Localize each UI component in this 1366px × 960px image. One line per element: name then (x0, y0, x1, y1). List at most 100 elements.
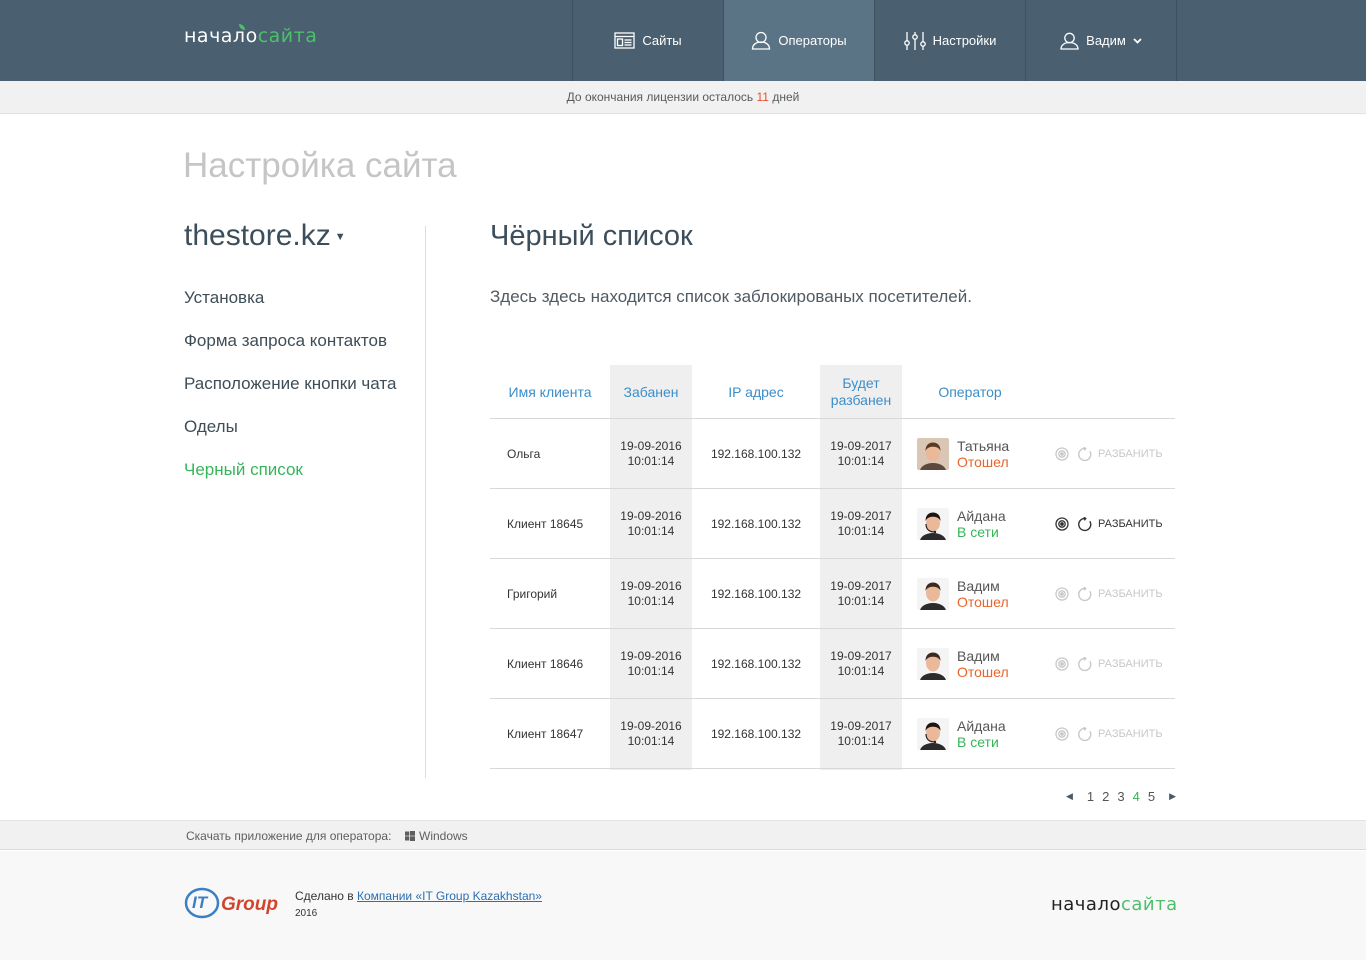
logo-text-b: сайта (257, 25, 318, 47)
client-name: Ольга (507, 446, 541, 461)
site-selector-label: thestore.kz (184, 219, 331, 252)
operator-status: Отошел (957, 594, 1009, 610)
table-header: Имя клиента Забанен IP адрес Будет разбан… (490, 365, 1175, 419)
unban-label: РАЗБАНИТЬ (1098, 727, 1163, 740)
row-actions: РАЗБАНИТЬ (1055, 699, 1175, 769)
itgroup-logo[interactable]: IT Group (184, 885, 280, 924)
avatar (917, 508, 949, 540)
nav-user-menu[interactable]: Вадим (1026, 0, 1177, 81)
footer-logo-text-b: сайта (1120, 894, 1178, 915)
table-row: Ольга 19-09-2016 10:01:14 192.168.100.132 19… (490, 419, 1175, 489)
th-banned[interactable]: Забанен (610, 365, 692, 419)
nav-operators-label: Операторы (778, 33, 847, 48)
unban-date: 19-09-2017 (830, 719, 892, 733)
windows-icon (405, 831, 415, 841)
page-link-2[interactable]: 2 (1102, 789, 1109, 804)
made-by: Сделано в Компании «IT Group Kazakhstan» (295, 889, 542, 903)
unban-button[interactable]: РАЗБАНИТЬ (1078, 726, 1163, 742)
view-icon[interactable] (1055, 657, 1069, 671)
ip-address: 192.168.100.132 (710, 726, 802, 741)
operator-name: Айдана (957, 508, 1006, 524)
refresh-icon (1078, 586, 1092, 601)
operator-status: В сети (957, 734, 999, 750)
sidenav-item-chat-button-position[interactable]: Расположение кнопки чата (184, 373, 396, 416)
avatar (917, 648, 949, 680)
page-link-3[interactable]: 3 (1117, 789, 1124, 804)
license-banner: До окончания лицензии осталось 11 дней (0, 81, 1366, 114)
sites-icon (614, 32, 635, 49)
banned-date: 19-09-2016 (620, 439, 682, 453)
footer-year: 2016 (295, 908, 318, 919)
unban-label: РАЗБАНИТЬ (1098, 447, 1163, 460)
nav-sites[interactable]: Сайты (573, 0, 724, 81)
logo-text-a: начало (184, 25, 258, 47)
itgroup-it-text: IT (192, 893, 209, 912)
ip-address: 192.168.100.132 (710, 516, 802, 531)
unban-time: 10:01:14 (837, 734, 885, 748)
sidenav-item-blacklist[interactable]: Черный список (184, 459, 396, 502)
user-icon (1060, 32, 1079, 50)
main-nav: Сайты Операторы Настройки Вадим (572, 0, 1177, 81)
page-link-1[interactable]: 1 (1087, 789, 1094, 804)
caret-down-icon: ▼ (334, 231, 346, 244)
refresh-icon (1078, 516, 1092, 531)
download-label: Скачать приложение для оператора: (186, 829, 392, 843)
view-icon[interactable] (1055, 587, 1069, 601)
unban-label: РАЗБАНИТЬ (1098, 587, 1163, 600)
th-operator[interactable]: Оператор (902, 365, 1038, 419)
content-title: Чёрный список (490, 220, 693, 252)
site-selector[interactable]: thestore.kz ▼ (184, 219, 346, 253)
nav-user-label: Вадим (1086, 33, 1126, 48)
unban-button[interactable]: РАЗБАНИТЬ (1078, 586, 1163, 602)
table-row: Григорий 19-09-2016 10:01:14 192.168.100.13… (490, 559, 1175, 629)
nav-settings[interactable]: Настройки (875, 0, 1026, 81)
page-link-5[interactable]: 5 (1148, 789, 1155, 804)
unban-at: 19-09-2017 10:01:14 (820, 699, 902, 769)
banned-at: 19-09-2016 10:01:14 (610, 489, 692, 559)
th-ip[interactable]: IP адрес (692, 365, 820, 419)
th-client[interactable]: Имя клиента (490, 365, 610, 419)
next-page-icon[interactable]: ▶ (1169, 791, 1176, 802)
content-description: Здесь здесь находится список заблокирова… (490, 287, 972, 306)
operator-cell: Вадим Отошел (917, 559, 1047, 629)
unban-time: 10:01:14 (837, 524, 885, 538)
table-row: Клиент 18645 19-09-2016 10:01:14 192.168.10… (490, 489, 1175, 559)
unban-at: 19-09-2017 10:01:14 (820, 559, 902, 629)
windows-label: Windows (419, 829, 468, 843)
ip-address: 192.168.100.132 (710, 586, 802, 601)
view-icon[interactable] (1055, 727, 1069, 741)
blacklist-table: Имя клиента Забанен IP адрес Будет разбан… (490, 365, 1175, 770)
windows-download-link[interactable]: Windows (405, 821, 468, 851)
sidenav-item-departments[interactable]: Оделы (184, 416, 396, 459)
unban-button[interactable]: РАЗБАНИТЬ (1078, 446, 1163, 462)
unban-at: 19-09-2017 10:01:14 (820, 489, 902, 559)
license-days: 11 (756, 90, 769, 104)
client-name: Клиент 18645 (507, 516, 584, 531)
nav-operators[interactable]: Операторы (724, 0, 875, 81)
sidenav-item-install[interactable]: Установка (184, 287, 396, 330)
settings-sidenav: Установка Форма запроса контактов Распол… (184, 287, 396, 502)
made-by-prefix: Сделано в (295, 889, 354, 903)
footer-logo[interactable]: началосайта (1051, 894, 1178, 915)
operator-name: Вадим (957, 648, 1000, 664)
unban-button[interactable]: РАЗБАНИТЬ (1078, 516, 1163, 532)
sidenav-item-contact-form[interactable]: Форма запроса контактов (184, 330, 396, 373)
company-link[interactable]: Компании «IT Group Kazakhstan» (357, 889, 542, 903)
chevron-down-icon (1133, 37, 1142, 44)
view-icon[interactable] (1055, 447, 1069, 461)
operator-name: Татьяна (957, 438, 1010, 454)
th-unban[interactable]: Будет разбанен (820, 365, 902, 419)
banned-at: 19-09-2016 10:01:14 (610, 419, 692, 489)
row-actions: РАЗБАНИТЬ (1055, 489, 1175, 559)
th-unban-line2: разбанен (830, 392, 892, 408)
unban-time: 10:01:14 (837, 664, 885, 678)
logo[interactable]: началосайта (184, 24, 318, 47)
avatar (917, 438, 949, 470)
unban-date: 19-09-2017 (830, 439, 892, 453)
table-row: Клиент 18646 19-09-2016 10:01:14 192.168.10… (490, 629, 1175, 699)
banned-date: 19-09-2016 (620, 579, 682, 593)
unban-button[interactable]: РАЗБАНИТЬ (1078, 656, 1163, 672)
view-icon[interactable] (1055, 517, 1069, 531)
page-link-4[interactable]: 4 (1133, 789, 1140, 804)
prev-page-icon[interactable]: ◀ (1066, 791, 1073, 802)
